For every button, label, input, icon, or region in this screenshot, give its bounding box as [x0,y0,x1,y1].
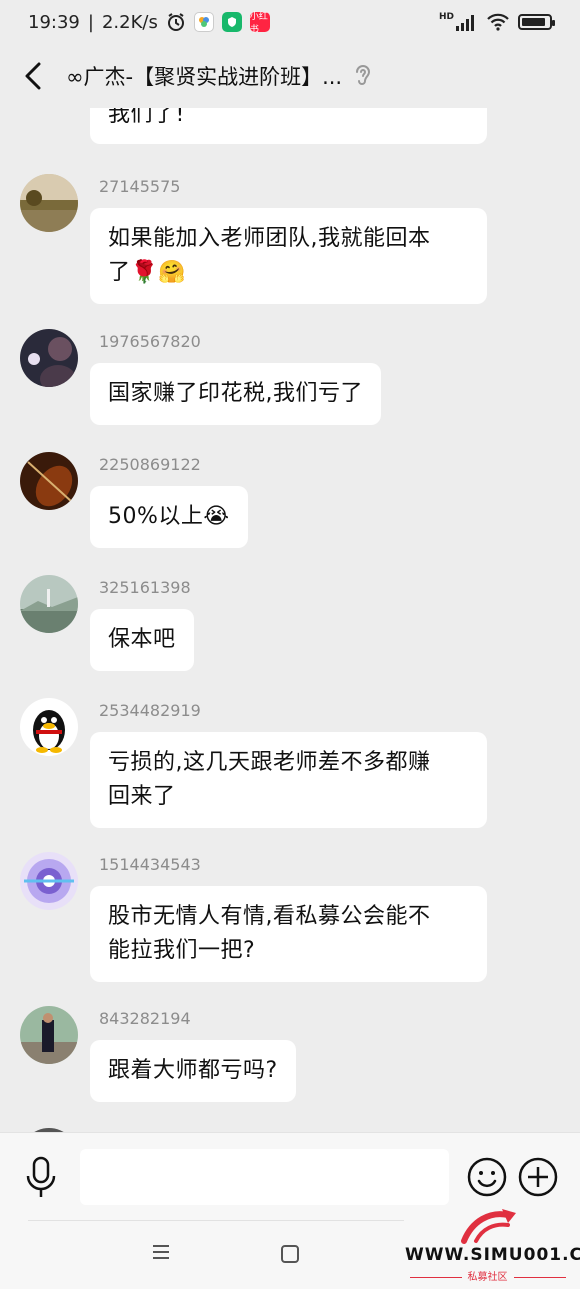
wifi-icon [487,13,509,31]
avatar[interactable] [20,329,78,387]
watermark-url: WWW.SIMU001.CN [405,1245,580,1265]
signal-icon [456,15,474,31]
simu-logo-icon [461,1209,516,1244]
back-arrow-icon [25,62,41,90]
plus-icon [518,1157,558,1197]
message-text-line2: 回来了 [108,784,176,809]
network-speed: 2.2K/s [101,11,158,33]
emoji-button[interactable] [467,1157,507,1197]
message-bubble[interactable]: 50%以上😭 [90,486,248,548]
voice-input-button[interactable] [22,1155,60,1201]
avatar[interactable] [20,1006,78,1064]
message-bubble[interactable]: 股市无情人有情,看私募公会能不 能拉我们一把? [90,886,487,982]
status-bar: 19:39 | 2.2K/s 小红书 HD [0,0,580,44]
sender-name: 2534482919 [99,701,201,720]
avatar[interactable] [20,452,78,510]
more-actions-button[interactable] [518,1157,558,1197]
avatar[interactable] [20,174,78,232]
message-bubble[interactable]: 如果能加入老师团队,我就能回本 了🌹🤗 [90,208,487,304]
cloud-app-icon [193,12,214,32]
message-text-line2: 了 [108,260,131,285]
message-bubble[interactable]: 国家赚了印花税,我们亏了 [90,363,381,425]
message-bubble[interactable]: 亏损的,这几天跟老师差不多都赚 回来了 [90,732,487,828]
message-text: 亏损的,这几天跟老师差不多都赚 [108,750,431,775]
message-bubble[interactable]: 跟着大师都亏吗? [90,1040,296,1102]
alarm-icon [167,13,184,31]
home-button[interactable] [280,1244,300,1264]
sender-name: 1514434543 [99,855,201,874]
earpiece-mode-icon [352,62,374,90]
emoji-crying: 😭 [203,504,230,529]
message-text: 我们了! [108,108,185,127]
message-bubble[interactable]: 保本吧 [90,609,194,671]
group-title: ∞广杰-【聚贤实战进阶班】... [66,65,343,89]
message-text: 50%以上 [108,504,204,529]
home-square-icon [281,1245,299,1263]
chat-message-list[interactable]: 我们了! 27145575 如果能加入老师团队,我就能回本 了🌹🤗 197656… [0,108,580,1132]
chat-header: ∞广杰-【聚贤实战进阶班】... [0,44,580,108]
menu-icon [153,1245,169,1259]
shield-app-icon [221,12,242,32]
watermark-subtitle: 私募社区 [400,1268,575,1283]
sender-name: 2250869122 [99,455,201,474]
avatar[interactable] [20,698,78,756]
smiley-icon [467,1157,507,1197]
back-button[interactable] [18,56,48,96]
message-text-line2: 能拉我们一把? [108,938,256,963]
message-text: 股市无情人有情,看私募公会能不 [108,904,431,929]
sender-name: 27145575 [99,177,181,196]
message-input[interactable] [80,1149,449,1205]
microphone-icon [26,1156,56,1197]
sender-name: 843282194 [99,1009,191,1028]
hd-label: HD [438,12,454,22]
emoji-rose-hug: 🌹🤗 [130,260,187,285]
message-text: 如果能加入老师团队,我就能回本 [108,226,431,251]
sender-name: 1976567820 [99,332,201,351]
avatar[interactable] [20,852,78,910]
battery-level [522,18,546,26]
sender-name: 325161398 [99,578,191,597]
message-text: 跟着大师都亏吗? [108,1058,278,1083]
message-bubble[interactable]: 我们了! [90,108,487,144]
divider [28,1220,404,1221]
status-time: 19:39 [28,11,80,33]
avatar[interactable] [20,575,78,633]
site-watermark: WWW.SIMU001.CN 私募社区 [400,1205,580,1285]
xiaohongshu-app-icon: 小红书 [249,12,270,35]
message-text: 保本吧 [108,627,176,652]
message-text: 国家赚了印花税,我们亏了 [108,381,363,406]
recent-apps-button[interactable] [151,1244,171,1260]
battery-icon [518,14,555,30]
